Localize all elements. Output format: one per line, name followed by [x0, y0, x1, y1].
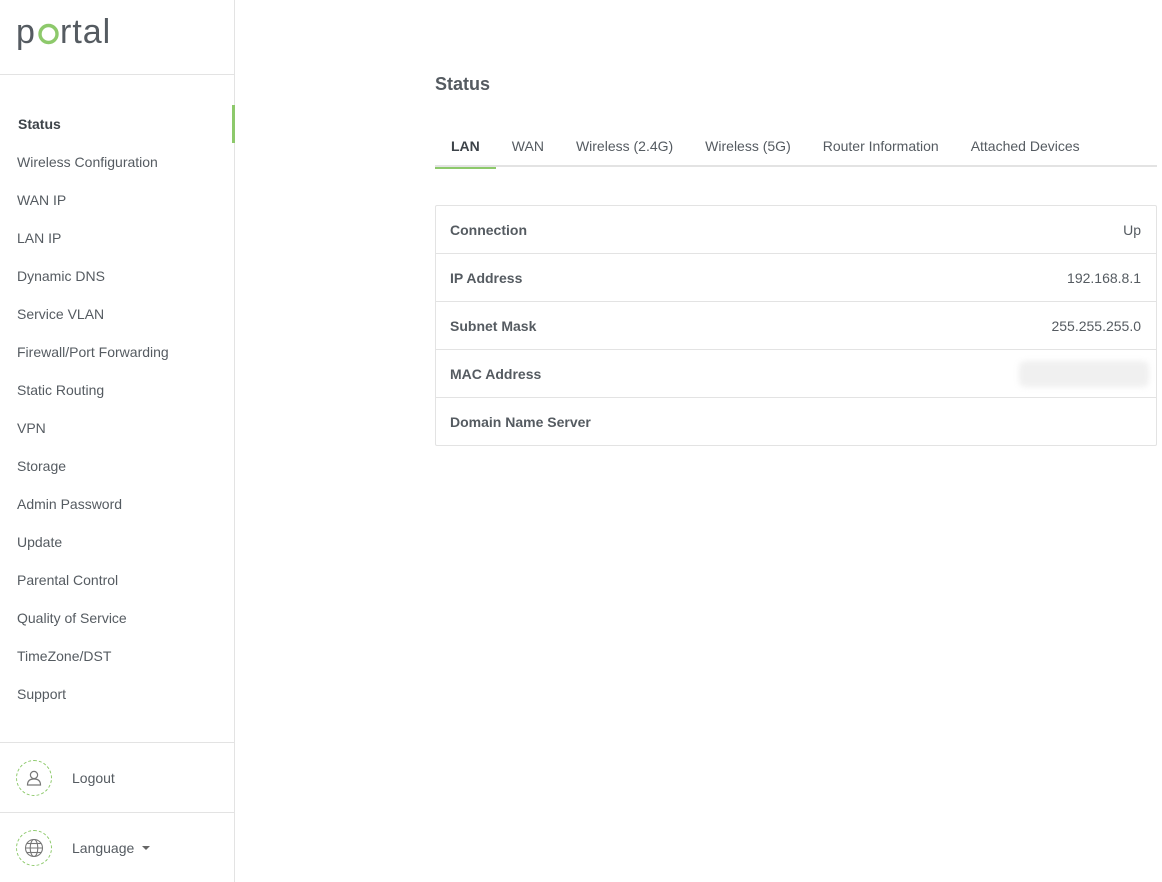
tab-lan[interactable]: LAN — [435, 126, 496, 169]
tab-attached-devices[interactable]: Attached Devices — [955, 126, 1096, 167]
sidebar-item-firewall-port-forwarding[interactable]: Firewall/Port Forwarding — [0, 333, 234, 371]
language-selector[interactable]: Language — [0, 812, 234, 882]
user-icon — [16, 759, 52, 796]
sidebar-item-dynamic-dns[interactable]: Dynamic DNS — [0, 257, 234, 295]
language-label: Language — [72, 839, 135, 856]
logo-text-rest: rtal — [60, 15, 111, 51]
sidebar-item-storage[interactable]: Storage — [0, 447, 234, 485]
table-row: MAC Address — [436, 350, 1156, 398]
sidebar-item-vpn[interactable]: VPN — [0, 409, 234, 447]
ip-address-value: 192.168.8.1 — [1067, 269, 1141, 286]
logout-label: Logout — [72, 769, 115, 786]
mac-address-label: MAC Address — [450, 365, 542, 382]
sidebar-item-status[interactable]: Status — [0, 105, 235, 143]
dns-label: Domain Name Server — [450, 413, 591, 430]
table-row: IP Address 192.168.8.1 — [436, 254, 1156, 302]
logo-o-mark — [38, 23, 59, 45]
sidebar-item-wireless-configuration[interactable]: Wireless Configuration — [0, 143, 234, 181]
mac-address-redacted — [1019, 360, 1149, 387]
tab-wireless-2-4g[interactable]: Wireless (2.4G) — [560, 126, 689, 167]
tab-router-information[interactable]: Router Information — [807, 126, 955, 167]
sidebar-footer: Logout Language — [0, 742, 234, 882]
lan-info-table: Connection Up IP Address 192.168.8.1 Sub… — [435, 205, 1157, 446]
sidebar-item-lan-ip[interactable]: LAN IP — [0, 219, 234, 257]
connection-label: Connection — [450, 221, 527, 238]
sidebar-item-parental-control[interactable]: Parental Control — [0, 561, 234, 599]
subnet-mask-value: 255.255.255.0 — [1051, 317, 1141, 334]
page-title: Status — [435, 74, 491, 94]
status-tabs: LAN WAN Wireless (2.4G) Wireless (5G) Ro… — [435, 126, 1157, 169]
subnet-mask-label: Subnet Mask — [450, 317, 537, 334]
sidebar-item-update[interactable]: Update — [0, 523, 234, 561]
sidebar-item-timezone-dst[interactable]: TimeZone/DST — [0, 637, 234, 675]
logout-button[interactable]: Logout — [0, 742, 234, 812]
sidebar-item-support[interactable]: Support — [0, 675, 234, 713]
sidebar-item-service-vlan[interactable]: Service VLAN — [0, 295, 234, 333]
sidebar-item-static-routing[interactable]: Static Routing — [0, 371, 234, 409]
sidebar-item-quality-of-service[interactable]: Quality of Service — [0, 599, 234, 637]
tab-wireless-5g[interactable]: Wireless (5G) — [689, 126, 807, 167]
table-row: Connection Up — [436, 206, 1156, 254]
sidebar-item-admin-password[interactable]: Admin Password — [0, 485, 234, 523]
table-row: Subnet Mask 255.255.255.0 — [436, 302, 1156, 350]
connection-value: Up — [1123, 221, 1141, 238]
tab-wan[interactable]: WAN — [496, 126, 560, 167]
logo-text: p — [16, 15, 36, 51]
sidebar-item-wan-ip[interactable]: WAN IP — [0, 181, 234, 219]
sidebar: p rtal Status Wireless Configuration WAN… — [0, 0, 235, 882]
chevron-down-icon — [142, 845, 151, 850]
ip-address-label: IP Address — [450, 269, 523, 286]
globe-icon — [16, 829, 52, 866]
portal-logo[interactable]: p rtal — [0, 0, 234, 75]
logo-wordmark: p rtal — [16, 15, 111, 51]
table-row: Domain Name Server — [436, 398, 1156, 445]
sidebar-nav: Status Wireless Configuration WAN IP LAN… — [0, 75, 235, 713]
